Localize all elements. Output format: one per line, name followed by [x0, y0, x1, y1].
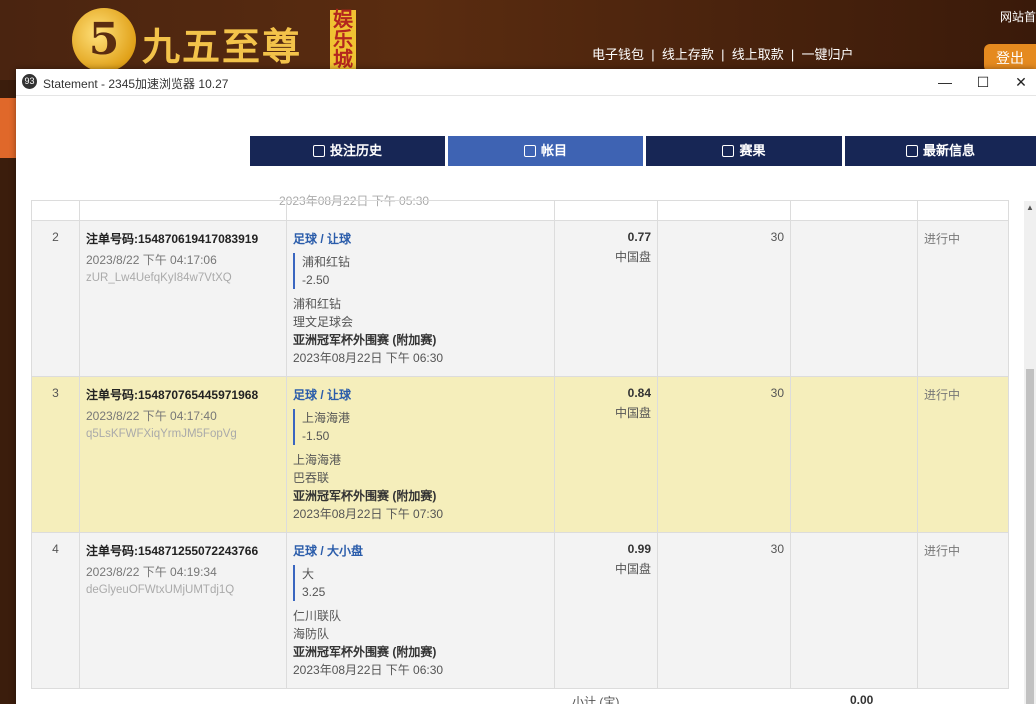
tab-results[interactable]: 赛果	[646, 136, 842, 166]
bet-winloss	[790, 532, 918, 689]
scrollbar-thumb[interactable]	[1026, 369, 1034, 704]
bet-status: 进行中	[917, 532, 1009, 689]
bet-id: 注单号码:154871255072243766	[86, 544, 259, 558]
bet-pick-box: 浦和红钻 -2.50	[293, 253, 548, 289]
bet-pick: 大	[302, 567, 315, 581]
league-name: 亚洲冠军杯外围赛 (附加赛)	[293, 489, 437, 503]
bet-stake: 30	[657, 376, 791, 533]
site-nav-wallet[interactable]: 电子钱包	[592, 47, 644, 62]
site-logo-badge: 娱乐城	[330, 10, 356, 72]
bet-market: 足球 / 让球	[293, 388, 352, 402]
bet-row-number: 2	[31, 220, 80, 377]
site-home-link[interactable]: 网站首	[1000, 8, 1036, 25]
bet-pick-box: 大 3.25	[293, 565, 548, 601]
bet-row-number: 3	[31, 376, 80, 533]
odds-type: 中国盘	[614, 406, 651, 420]
window-title: Statement - 2345加速浏览器 10.27	[43, 77, 229, 91]
odds-type: 中国盘	[614, 250, 651, 264]
bet-pick-box: 上海海港 -1.50	[293, 409, 548, 445]
bet-handicap: -2.50	[302, 273, 330, 287]
kickoff-time: 2023年08月22日 下午 06:30	[293, 663, 444, 677]
maximize-button[interactable]: ☐	[964, 69, 1002, 95]
kickoff-time: 2023年08月22日 下午 07:30	[293, 507, 444, 521]
site-logo-text: 九五至尊	[142, 24, 303, 69]
bet-status: 进行中	[917, 376, 1009, 533]
bet-pick: 浦和红钻	[302, 255, 351, 269]
bet-id: 注单号码:154870765445971968	[86, 388, 259, 402]
bet-stake: 30	[657, 220, 791, 377]
bets-table: 2 注单号码:154870619417083919 2023/8/22 下午 0…	[31, 200, 1009, 689]
mail-icon	[905, 145, 918, 157]
statement-content: 2023年08月22日 下午 05:30 2 注单号码:154870619417…	[16, 189, 1036, 704]
kickoff-time: 2023年08月22日 下午 06:30	[293, 351, 444, 365]
bet-id: 注单号码:154870619417083919	[86, 232, 259, 246]
bet-time: 2023/8/22 下午 04:17:40	[86, 409, 217, 423]
bet-odds: 0.77	[627, 230, 651, 244]
statement-window: 93 Statement - 2345加速浏览器 10.27 — ☐ ✕ 投注历…	[16, 69, 1036, 704]
home-team: 上海海港	[293, 453, 342, 467]
table-row[interactable]: 2 注单号码:154870619417083919 2023/8/22 下午 0…	[31, 220, 1009, 377]
bet-hash: zUR_Lw4UefqKyI84w7VtXQ	[86, 272, 232, 284]
bet-stake: 30	[657, 532, 791, 689]
home-team: 浦和红钻	[293, 297, 342, 311]
minimize-button[interactable]: —	[926, 69, 964, 95]
bet-time: 2023/8/22 下午 04:17:06	[86, 253, 217, 267]
bet-hash: deGlyeuOFWtxUMjUMTdj1Q	[86, 584, 235, 596]
scroll-up-arrow-icon[interactable]: ▲	[1024, 201, 1036, 215]
league-name: 亚洲冠军杯外围赛 (附加赛)	[293, 645, 437, 659]
away-team: 巴吞联	[293, 471, 330, 485]
bet-winloss	[790, 220, 918, 377]
table-row[interactable]: 4 注单号码:154871255072243766 2023/8/22 下午 0…	[31, 532, 1009, 689]
home-team: 仁川联队	[293, 609, 342, 623]
site-nav-consolidate[interactable]: 一键归户	[802, 47, 854, 62]
site-logo-icon: 5	[72, 8, 136, 72]
away-team: 海防队	[293, 627, 330, 641]
bet-row-number: 4	[31, 532, 80, 689]
browser-app-icon: 93	[22, 74, 37, 89]
bet-winloss	[790, 376, 918, 533]
site-nav-withdraw[interactable]: 线上取款	[732, 47, 784, 62]
tab-bet-history[interactable]: 投注历史	[250, 136, 445, 166]
ledger-icon	[523, 145, 536, 157]
away-team: 理文足球会	[293, 315, 354, 329]
bet-time: 2023/8/22 下午 04:19:34	[86, 565, 217, 579]
bet-odds: 0.84	[627, 386, 651, 400]
left-accent	[0, 98, 16, 158]
bet-odds: 0.99	[627, 542, 651, 556]
odds-type: 中国盘	[614, 562, 651, 576]
bet-market: 足球 / 让球	[293, 232, 352, 246]
bet-hash: q5LsKFWFXiqYrmJM5FopVg	[86, 428, 237, 440]
close-button[interactable]: ✕	[1002, 69, 1036, 95]
subtotal-value: 0.00	[850, 693, 874, 704]
bet-handicap: -1.50	[302, 429, 330, 443]
table-row[interactable]: 3 注单号码:154870765445971968 2023/8/22 下午 0…	[31, 376, 1009, 533]
title-bar[interactable]: 93 Statement - 2345加速浏览器 10.27 — ☐ ✕	[16, 69, 1036, 96]
league-name: 亚洲冠军杯外围赛 (附加赛)	[293, 333, 437, 347]
bet-handicap: 3.25	[302, 585, 326, 599]
bet-status: 进行中	[917, 220, 1009, 377]
results-icon	[722, 145, 735, 157]
site-nav-deposit[interactable]: 线上存款	[662, 47, 714, 62]
bet-market: 足球 / 大小盘	[293, 544, 364, 558]
table-row-partial	[31, 200, 1009, 221]
history-icon	[312, 145, 325, 157]
site-logout-button[interactable]: 登出	[984, 44, 1036, 72]
tab-latest-news[interactable]: 最新信息	[845, 136, 1036, 166]
subtotal-label: 小计 (宝)	[572, 695, 620, 704]
site-nav: 电子钱包 | 线上存款 | 线上取款 | 一键归户	[592, 47, 854, 62]
bet-pick: 上海海港	[302, 411, 351, 425]
tab-statement[interactable]: 帐目	[448, 136, 643, 166]
